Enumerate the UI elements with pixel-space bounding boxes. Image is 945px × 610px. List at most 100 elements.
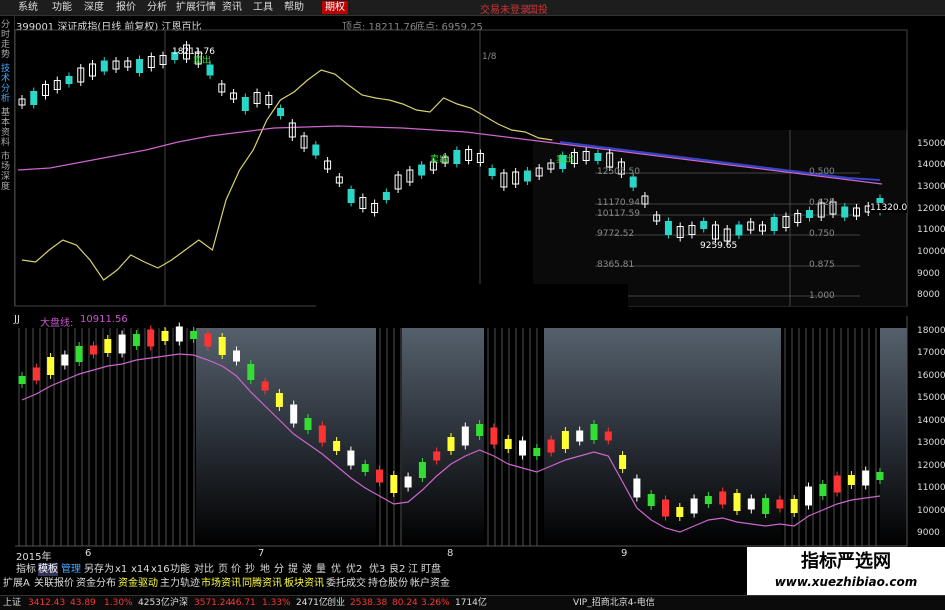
candle-body xyxy=(664,221,672,235)
cy-label[interactable]: 创业 xyxy=(327,597,345,609)
tb-x1[interactable]: x1 xyxy=(115,563,127,576)
tb-ground[interactable]: 地 xyxy=(260,563,270,576)
cy-value: 2538.38 xyxy=(350,598,388,608)
tb2-related-quote[interactable]: 关联报价 xyxy=(34,577,74,590)
ind-body xyxy=(833,475,841,493)
sz-pct: 1.33% xyxy=(262,598,291,608)
cy-pct: 3.26% xyxy=(421,598,450,608)
ind-body xyxy=(876,472,884,480)
ind-body xyxy=(118,334,126,354)
tb2-tongteng-news[interactable]: 同腾资讯 xyxy=(242,577,282,590)
fib-price: 10117.59 xyxy=(597,209,640,219)
tb-x16[interactable]: x16 xyxy=(151,563,170,576)
tb-volume[interactable]: 量 xyxy=(316,563,326,576)
sz-value: 3571.24 xyxy=(194,598,232,608)
watermark-title: 指标严选网 xyxy=(801,551,891,572)
ind-body xyxy=(147,329,155,347)
sh-change: 43.89 xyxy=(70,598,96,608)
ind-body xyxy=(447,437,455,451)
ind-body xyxy=(132,334,140,346)
ind-body xyxy=(233,350,240,362)
price-tick: 12000 xyxy=(917,204,945,214)
tb2-entrust[interactable]: 委托成交 xyxy=(326,577,366,590)
tb-function[interactable]: 功能 xyxy=(170,563,190,576)
month-label: 8 xyxy=(447,548,454,559)
ind-tick: 13000 xyxy=(917,438,945,448)
ind-body xyxy=(719,491,727,505)
tb-page[interactable]: 页 xyxy=(218,563,228,576)
ind-body xyxy=(47,357,55,375)
candle-body xyxy=(136,59,144,73)
ind-body xyxy=(361,464,369,472)
ind-body xyxy=(476,424,484,436)
price-tick: 10000 xyxy=(917,247,945,257)
month-label: 7 xyxy=(258,548,265,559)
ind-body xyxy=(590,424,598,440)
candle-body xyxy=(805,210,813,218)
tb-price[interactable]: 价 xyxy=(231,563,241,576)
tb2-ext-a[interactable]: 扩展A xyxy=(3,577,30,590)
tb-jiang[interactable]: 江 xyxy=(408,563,418,576)
tb-manage[interactable]: 管理 xyxy=(61,563,81,576)
ind-body xyxy=(104,339,112,353)
ind-body xyxy=(90,345,97,355)
candle-body xyxy=(629,176,637,188)
ind-body xyxy=(204,333,212,347)
signal-label: 卖出 xyxy=(193,56,212,66)
ind-body xyxy=(662,499,669,517)
candle-body xyxy=(700,221,708,229)
fib-price: 8365.81 xyxy=(597,260,635,270)
tb2-fund-drive[interactable]: 资金驱动 xyxy=(118,577,158,590)
fib-price: 12505.50 xyxy=(597,167,640,177)
cy-vol: 1714亿 xyxy=(455,598,487,608)
tb-you3[interactable]: 优3 xyxy=(369,563,385,576)
trough-label: 9259.65 xyxy=(700,241,738,251)
last-price-label: 11320.0 xyxy=(870,203,908,213)
tb-compare[interactable]: 对比 xyxy=(194,563,214,576)
tb-wave[interactable]: 波 xyxy=(302,563,312,576)
indicator-name[interactable]: JJ xyxy=(14,314,20,325)
tb-liang2[interactable]: 良2 xyxy=(389,563,405,576)
candle-body xyxy=(770,217,778,231)
tb-x14[interactable]: x14 xyxy=(131,563,150,576)
tb-you[interactable]: 优 xyxy=(331,563,341,576)
sh-pct: 1.30% xyxy=(104,598,133,608)
tb-raise[interactable]: 提 xyxy=(288,563,298,576)
gann-marker: 1/8 xyxy=(482,52,497,62)
price-tick: 9000 xyxy=(917,269,940,279)
broker-status[interactable]: VIP_招商北京4-电信 xyxy=(573,597,655,609)
fib-ratio: 0.875 xyxy=(809,260,835,270)
candle-body xyxy=(100,60,108,72)
tb2-market-news[interactable]: 市场资讯 xyxy=(201,577,241,590)
ind-body xyxy=(32,367,40,381)
tb-template[interactable]: 模板 xyxy=(38,563,58,576)
tb2-main-track[interactable]: 主力轨迹 xyxy=(160,577,200,590)
ind-body xyxy=(676,507,684,517)
tb-copy[interactable]: 抄 xyxy=(245,563,255,576)
sh-label[interactable]: 上证 xyxy=(3,597,21,609)
indicator-title: 大盘线: xyxy=(40,318,74,329)
candle-body xyxy=(841,206,849,218)
tb2-holdings[interactable]: 持仓股份 xyxy=(368,577,408,590)
ind-body xyxy=(704,496,712,504)
ind-body xyxy=(619,455,627,469)
signal-label: 卖出 xyxy=(556,155,575,165)
ind-body xyxy=(490,427,498,445)
ind-body xyxy=(218,337,226,355)
tb2-fund-dist[interactable]: 资金分布 xyxy=(76,577,116,590)
sz-change: 46.71 xyxy=(230,598,256,608)
yellow-line xyxy=(21,69,553,281)
sz-label[interactable]: 沪深 xyxy=(170,597,188,609)
tb-save-as[interactable]: 另存为 xyxy=(84,563,114,576)
ind-tick: 10000 xyxy=(917,506,945,516)
indicator-value: 10911.56 xyxy=(80,314,128,325)
tb2-sector-news[interactable]: 板块资讯 xyxy=(284,577,324,590)
tb-you2[interactable]: 优2 xyxy=(346,563,362,576)
ind-tick: 17000 xyxy=(917,348,945,358)
ind-body xyxy=(690,498,698,514)
tb-indicator[interactable]: 指标 xyxy=(16,563,36,576)
tb2-account[interactable]: 帐户资金 xyxy=(410,577,450,590)
tb-split[interactable]: 分 xyxy=(274,563,284,576)
candle-body xyxy=(206,64,214,76)
tb-watch[interactable]: 盯盘 xyxy=(421,563,441,576)
